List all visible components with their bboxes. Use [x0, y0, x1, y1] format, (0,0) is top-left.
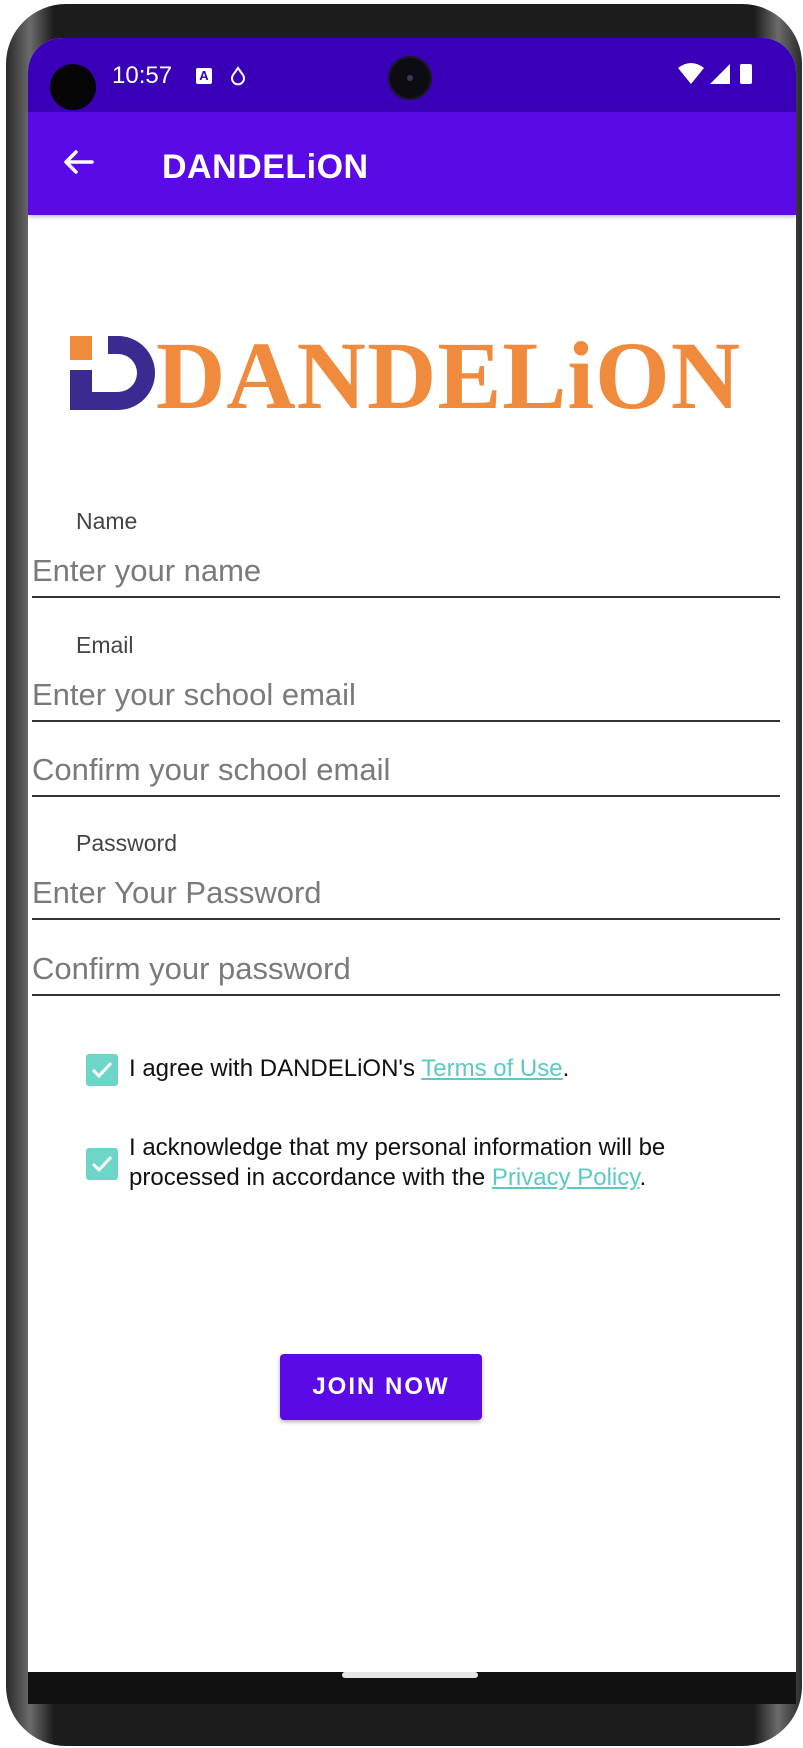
privacy-text: I acknowledge that my personal informati…	[129, 1133, 665, 1193]
privacy-suffix: .	[639, 1164, 647, 1191]
password-label: Password	[76, 830, 177, 856]
status-bar: 10:57 A	[28, 38, 796, 112]
data-saver-icon	[228, 66, 248, 86]
dandelion-logo: DANDELiON	[68, 318, 758, 438]
privacy-policy-link[interactable]: Privacy Policy	[492, 1164, 640, 1191]
join-now-button[interactable]: JOIN NOW	[280, 1354, 482, 1420]
wifi-icon	[678, 63, 704, 84]
privacy-line-1: I acknowledge that my personal informati…	[129, 1134, 666, 1161]
checkmark-icon	[91, 1061, 113, 1079]
signal-icon	[710, 64, 730, 84]
front-camera	[388, 56, 432, 100]
home-gesture-handle[interactable]	[342, 1672, 478, 1678]
password-field[interactable]	[32, 868, 780, 920]
name-label: Name	[76, 508, 138, 534]
terms-suffix: .	[562, 1055, 570, 1082]
privacy-checkbox[interactable]	[86, 1148, 118, 1180]
confirm-password-field[interactable]	[32, 944, 780, 996]
email-label: Email	[76, 632, 134, 658]
device-frame: 10:57 A DANDELiON DANDELiON Name Enter y…	[0, 0, 803, 1748]
terms-text: I agree with DANDELiON's Terms of Use.	[129, 1054, 569, 1084]
logo-mark-icon	[70, 336, 155, 410]
name-field[interactable]	[32, 546, 780, 598]
confirm-email-field[interactable]	[32, 745, 780, 797]
camera-dot-left	[50, 64, 96, 110]
terms-checkbox[interactable]	[86, 1054, 118, 1086]
email-field[interactable]	[32, 670, 780, 722]
logo-wordmark: DANDELiON	[156, 322, 742, 429]
privacy-line-2: processed in accordance with the	[129, 1164, 492, 1191]
phone-screen: 10:57 A DANDELiON DANDELiON Name Enter y…	[28, 38, 796, 1704]
terms-prefix: I agree with DANDELiON's	[129, 1055, 422, 1082]
checkmark-icon	[91, 1155, 113, 1173]
battery-icon	[740, 64, 752, 84]
status-time: 10:57	[112, 62, 173, 89]
app-title: DANDELiON	[162, 148, 369, 186]
arrow-back-icon[interactable]	[58, 142, 98, 182]
status-icons-right	[678, 60, 758, 95]
navigation-bar	[28, 1672, 796, 1704]
app-bar: DANDELiON	[28, 112, 796, 215]
terms-of-use-link[interactable]: Terms of Use	[421, 1055, 562, 1082]
a-notification-icon: A	[196, 68, 212, 84]
